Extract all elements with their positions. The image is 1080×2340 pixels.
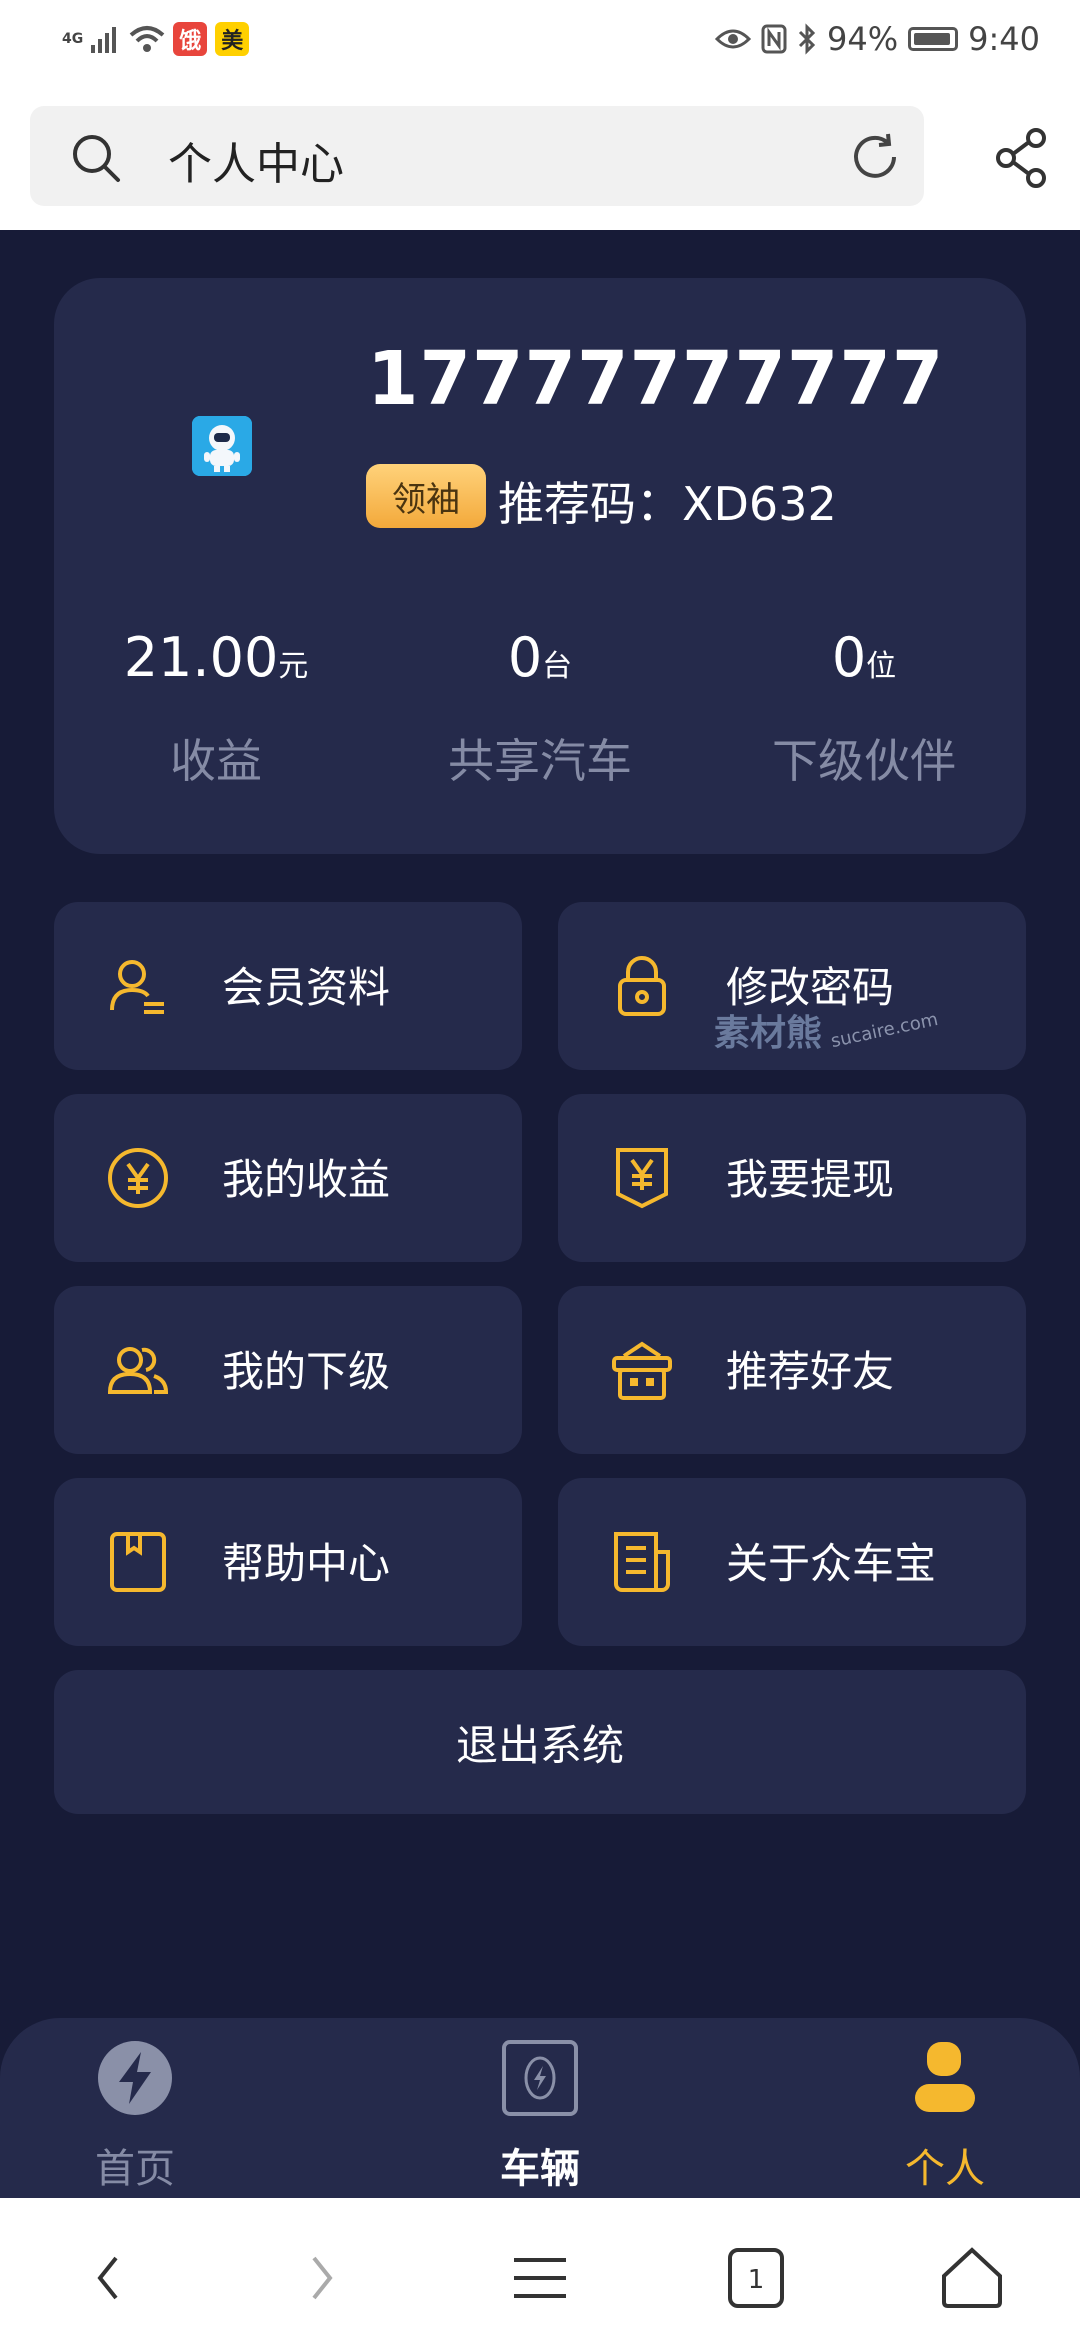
avatar[interactable] (192, 416, 252, 476)
app-notification-icon: 美 (215, 22, 250, 56)
menu-my-subordinates[interactable]: 我的下级 (54, 1286, 522, 1454)
search-icon[interactable] (70, 132, 122, 184)
header: 个人中心 (0, 82, 1080, 230)
menu-withdraw[interactable]: 我要提现 (558, 1094, 1026, 1262)
menu-label: 会员资料 (222, 963, 391, 1012)
share-icon[interactable] (994, 128, 1050, 188)
stat-label: 共享汽车 (448, 734, 632, 788)
status-bar: 4G 饿 美 94% 9:40 (0, 0, 1080, 82)
wifi-icon (129, 26, 165, 52)
clock: 9:40 (968, 20, 1040, 58)
gift-box-icon (612, 1341, 672, 1400)
browser-nav-bar: 1 (0, 2198, 1080, 2340)
nfc-icon (761, 24, 787, 54)
stat-value: 0 (831, 626, 867, 689)
app-notification-icon: 饿 (173, 22, 208, 56)
tab-vehicles[interactable]: 车辆 (440, 2038, 640, 2194)
stat-value: 21.00 (123, 626, 279, 689)
stat-unit: 元 (278, 649, 309, 684)
watermark: 素材熊 (714, 1013, 823, 1054)
yen-circle-icon (108, 1148, 168, 1208)
menu-label: 帮助中心 (222, 1539, 391, 1588)
menu-my-earnings[interactable]: 我的收益 (54, 1094, 522, 1262)
battery-icon (908, 27, 959, 51)
stat-partners[interactable]: 0位 下级伙伴 (702, 626, 1026, 791)
menu-help-center[interactable]: 帮助中心 (54, 1478, 522, 1646)
robot-avatar-icon (192, 416, 252, 476)
bluetooth-icon (798, 23, 816, 55)
network-indicator: 4G (62, 31, 84, 47)
tab-personal[interactable]: 个人 (845, 2038, 1045, 2194)
menu-icon[interactable] (500, 2238, 580, 2318)
stat-unit: 位 (866, 649, 897, 684)
tab-home[interactable]: 首页 (35, 2038, 235, 2194)
level-badge: 领袖 (366, 464, 486, 528)
stat-shared-cars[interactable]: 0台 共享汽车 (378, 626, 702, 791)
menu-label: 我的收益 (222, 1155, 391, 1204)
menu-recommend-friends[interactable]: 推荐好友 (558, 1286, 1026, 1454)
stats-row: 21.00元 收益 0台 共享汽车 0位 下级伙伴 (54, 626, 1026, 806)
document-icon (614, 1532, 670, 1592)
lightning-icon (98, 2041, 172, 2115)
stat-value: 0 (507, 626, 543, 689)
charger-icon (502, 2040, 578, 2116)
tab-label: 个人 (905, 2146, 985, 2192)
eye-icon (715, 29, 752, 49)
refresh-icon[interactable] (848, 130, 902, 184)
signal-icon (91, 27, 117, 53)
bottom-tab-bar: 首页 车辆 个人 (0, 2018, 1080, 2198)
tab-label: 首页 (95, 2146, 175, 2192)
lock-icon (618, 956, 666, 1016)
search-bar[interactable]: 个人中心 (30, 106, 924, 206)
user-phone: 17777777777 (367, 336, 945, 422)
profile-card: 17777777777 领袖 推荐码：XD632 21.00元 收益 0台 共享… (54, 278, 1026, 854)
stat-label: 收益 (170, 734, 262, 788)
tabs-icon[interactable]: 1 (716, 2238, 796, 2318)
tab-label: 车辆 (500, 2146, 580, 2192)
help-book-icon (110, 1532, 166, 1592)
forward-icon[interactable] (282, 2238, 362, 2318)
menu-about[interactable]: 关于众车宝 (558, 1478, 1026, 1646)
group-icon (107, 1347, 169, 1394)
stat-unit: 台 (542, 649, 573, 684)
withdraw-icon (616, 1148, 668, 1209)
user-card-icon (110, 960, 164, 1014)
menu-label: 我要提现 (726, 1155, 895, 1204)
back-icon[interactable] (68, 2238, 148, 2318)
menu-label: 我的下级 (222, 1347, 391, 1396)
logout-button[interactable]: 退出系统 (54, 1670, 1026, 1814)
menu-label: 推荐好友 (726, 1347, 895, 1396)
menu-label: 关于众车宝 (726, 1539, 937, 1588)
person-icon (915, 2042, 975, 2112)
svg-text:1: 1 (748, 2265, 765, 2295)
stat-earnings[interactable]: 21.00元 收益 (54, 626, 378, 791)
home-icon[interactable] (932, 2238, 1012, 2318)
battery-percent: 94% (827, 20, 899, 58)
search-input[interactable]: 个人中心 (168, 128, 344, 192)
stat-label: 下级伙伴 (772, 734, 956, 788)
referral-code: 推荐码：XD632 (498, 477, 837, 531)
menu-member-profile[interactable]: 会员资料 (54, 902, 522, 1070)
